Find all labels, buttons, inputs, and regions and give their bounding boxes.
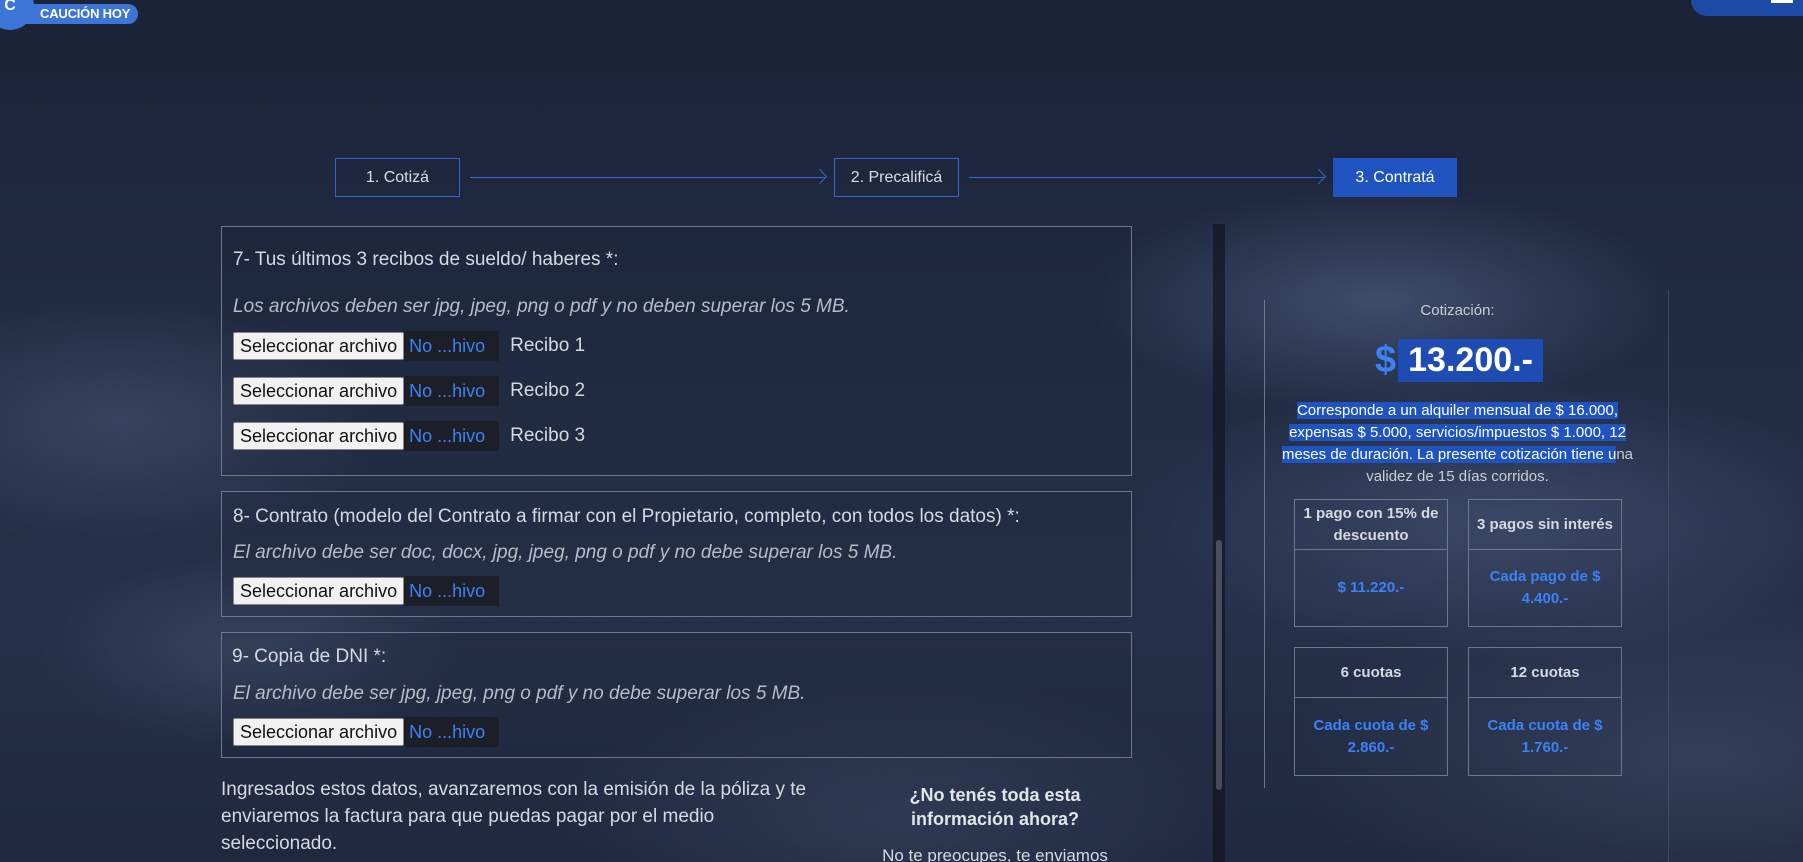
section-note: Los archivos deben ser jpg, jpeg, png o … [233,296,850,317]
section-contrato: 8- Contrato (modelo del Contrato a firma… [221,491,1132,617]
file-status: No ...hivo [404,576,500,606]
payment-option-card[interactable]: 6 cuotas Cada cuota de $ 2.860.- [1294,647,1448,776]
file-upload-recibo-1: Seleccionar archivo No ...hivo Recibo 1 [233,331,585,361]
file-status: No ...hivo [404,376,500,406]
logo-text: CAUCIÓN HOY [20,4,139,24]
file-label: Recibo 3 [510,425,586,446]
section-title: 7- Tus últimos 3 recibos de sueldo/ habe… [233,249,619,270]
step-contrata[interactable]: 3. Contratá [1333,158,1457,197]
select-file-button[interactable]: Seleccionar archivo [233,377,405,405]
select-file-button[interactable]: Seleccionar archivo [233,332,405,360]
file-upload-recibo-2: Seleccionar archivo No ...hivo Recibo 2 [233,376,585,406]
payment-option-title: 1 pago con 15% de descuento [1295,500,1447,550]
payment-option-title: 3 pagos sin interés [1469,500,1621,550]
step-arrow-2 [969,177,1324,178]
step-cotiza[interactable]: 1. Cotizá [335,158,460,197]
step-arrow-1 [470,177,825,178]
quote-price: $ 13.200.- [1375,339,1543,382]
payment-option-card[interactable]: 1 pago con 15% de descuento $ 11.220.- [1294,499,1448,627]
next-steps-text: Ingresados estos datos, avanzaremos con … [221,779,807,854]
file-status: No ...hivo [404,331,500,361]
payment-option-value: Cada cuota de $ 1.760.- [1487,716,1603,756]
select-file-button[interactable]: Seleccionar archivo [233,718,405,746]
payment-option-title: 12 cuotas [1469,648,1621,698]
section-title: 9- Copia de DNI *: [232,646,387,667]
file-upload-contrato: Seleccionar archivo No ...hivo [233,576,500,606]
scrollbar-thumb[interactable] [1216,540,1222,790]
hamburger-icon [1771,0,1793,3]
quote-currency: $ [1375,339,1397,381]
section-recibos: 7- Tus últimos 3 recibos de sueldo/ habe… [221,226,1132,476]
help-title: ¿No tenés toda esta información ahora? [909,785,1081,829]
divider [1668,290,1669,862]
file-label: Recibo 2 [510,380,586,401]
quote-divider [1264,300,1265,788]
file-upload-dni: Seleccionar archivo No ...hivo [233,717,500,747]
payment-option-value: Cada pago de $ 4.400.- [1489,568,1601,607]
section-title: 8- Contrato (modelo del Contrato a firma… [233,506,1020,527]
form-scrollbar[interactable] [1213,224,1225,862]
file-status: No ...hivo [404,717,500,747]
payment-option-value: $ 11.220.- [1337,579,1405,596]
select-file-button[interactable]: Seleccionar archivo [233,577,405,605]
quote-description: Corresponde a un alquiler mensual de $ 1… [1270,400,1645,488]
quote-amount: 13.200.- [1398,339,1543,382]
file-status: No ...hivo [404,421,500,451]
payment-option-card[interactable]: 12 cuotas Cada cuota de $ 1.760.- [1468,647,1622,776]
help-subtitle: No te preocupes, te enviamos [882,846,1108,862]
payment-option-value: Cada cuota de $ 2.860.- [1313,716,1429,756]
quote-label: Cotización: [1420,302,1495,319]
file-label: Recibo 1 [510,335,586,356]
section-dni: 9- Copia de DNI *: El archivo debe ser j… [221,632,1132,758]
file-upload-recibo-3: Seleccionar archivo No ...hivo Recibo 3 [233,421,585,451]
section-note: El archivo debe ser jpg, jpeg, png o pdf… [233,683,806,704]
menu-button[interactable] [1691,0,1803,16]
step-precalifica[interactable]: 2. Precalificá [834,158,959,197]
payment-option-title: 6 cuotas [1295,648,1447,698]
quote-description-selected: Corresponde a un alquiler mensual de $ 1… [1281,402,1626,463]
select-file-button[interactable]: Seleccionar archivo [233,422,405,450]
section-note: El archivo debe ser doc, docx, jpg, jpeg… [233,542,898,563]
payment-option-card[interactable]: 3 pagos sin interés Cada pago de $ 4.400… [1468,499,1622,627]
brand-logo[interactable]: C CAUCIÓN HOY [0,0,139,30]
